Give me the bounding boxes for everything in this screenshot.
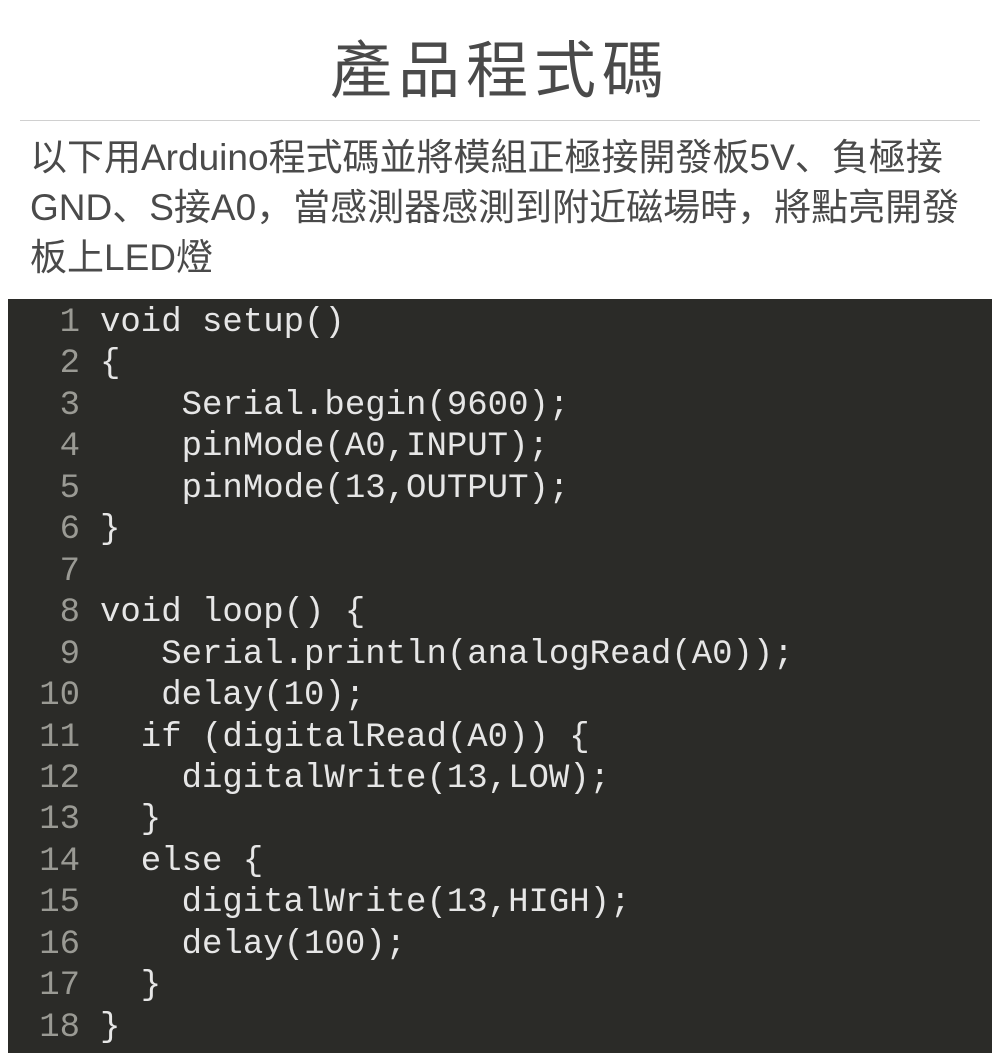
line-number: 11 [8, 718, 100, 759]
code-text: digitalWrite(13,LOW); [100, 759, 610, 800]
header: 產品程式碼 [20, 0, 980, 121]
code-line: 12 digitalWrite(13,LOW); [8, 759, 992, 800]
code-text: pinMode(13,OUTPUT); [100, 469, 569, 510]
line-number: 2 [8, 344, 100, 385]
line-number: 10 [8, 676, 100, 717]
line-number: 5 [8, 469, 100, 510]
code-text: } [100, 800, 161, 841]
line-number: 3 [8, 386, 100, 427]
line-number: 15 [8, 883, 100, 924]
code-line: 8 void loop() { [8, 593, 992, 634]
line-number: 6 [8, 510, 100, 551]
line-number: 8 [8, 593, 100, 634]
code-line: 17 } [8, 966, 992, 1007]
code-text: Serial.begin(9600); [100, 386, 569, 427]
code-line: 7 [8, 552, 992, 593]
line-number: 7 [8, 552, 100, 593]
code-text: Serial.println(analogRead(A0)); [100, 635, 794, 676]
line-number: 17 [8, 966, 100, 1007]
line-number: 13 [8, 800, 100, 841]
code-line: 3 Serial.begin(9600); [8, 386, 992, 427]
code-text: } [100, 966, 161, 1007]
code-line: 14 else { [8, 842, 992, 883]
code-text: delay(100); [100, 925, 406, 966]
code-line: 18 } [8, 1008, 992, 1049]
code-text: void loop() { [100, 593, 365, 634]
page-title: 產品程式碼 [20, 20, 980, 110]
line-number: 12 [8, 759, 100, 800]
document-page: 產品程式碼 以下用Arduino程式碼並將模組正極接開發板5V、負極接GND、S… [0, 0, 1000, 1000]
code-line: 4 pinMode(A0,INPUT); [8, 427, 992, 468]
code-line: 6 } [8, 510, 992, 551]
code-text: else { [100, 842, 263, 883]
code-text: digitalWrite(13,HIGH); [100, 883, 631, 924]
line-number: 16 [8, 925, 100, 966]
line-number: 9 [8, 635, 100, 676]
code-block: 1 void setup() 2 { 3 Serial.begin(9600);… [8, 299, 992, 1053]
code-line: 15 digitalWrite(13,HIGH); [8, 883, 992, 924]
line-number: 1 [8, 303, 100, 344]
code-line: 10 delay(10); [8, 676, 992, 717]
code-text: delay(10); [100, 676, 365, 717]
description-text: 以下用Arduino程式碼並將模組正極接開發板5V、負極接GND、S接A0，當感… [0, 133, 1000, 299]
code-line: 13 } [8, 800, 992, 841]
code-line: 2 { [8, 344, 992, 385]
code-text: } [100, 510, 120, 551]
code-line: 5 pinMode(13,OUTPUT); [8, 469, 992, 510]
code-text: if (digitalRead(A0)) { [100, 718, 590, 759]
line-number: 4 [8, 427, 100, 468]
code-text: } [100, 1008, 120, 1049]
line-number: 18 [8, 1008, 100, 1049]
code-text: void setup() [100, 303, 345, 344]
code-text: { [100, 344, 120, 385]
code-text: pinMode(A0,INPUT); [100, 427, 549, 468]
code-line: 1 void setup() [8, 303, 992, 344]
code-line: 11 if (digitalRead(A0)) { [8, 718, 992, 759]
code-line: 16 delay(100); [8, 925, 992, 966]
code-line: 9 Serial.println(analogRead(A0)); [8, 635, 992, 676]
line-number: 14 [8, 842, 100, 883]
